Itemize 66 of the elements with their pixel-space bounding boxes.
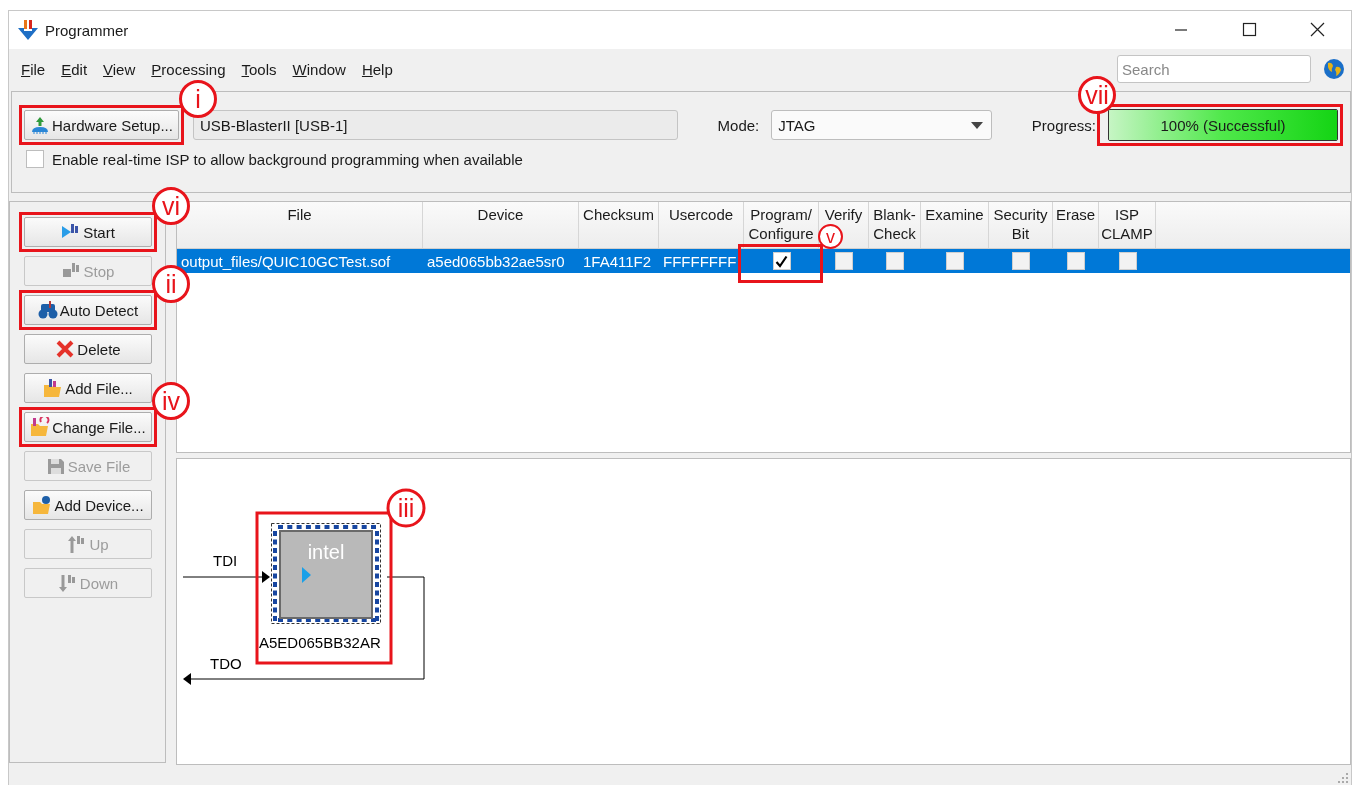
column-header[interactable]: Program/ Configure — [748, 205, 814, 243]
folder-icon — [32, 495, 53, 515]
column-header[interactable]: Examine — [925, 205, 984, 224]
column-header[interactable]: Erase — [1055, 205, 1096, 224]
column-header[interactable]: Security Bit — [993, 205, 1048, 243]
column-header[interactable]: Usercode — [668, 205, 734, 224]
checkbox[interactable] — [26, 150, 44, 168]
menu-item[interactable]: File — [15, 57, 52, 81]
hardware-setup-button[interactable]: Hardware Setup... — [24, 110, 179, 140]
binoculars-icon — [37, 300, 58, 320]
start-button[interactable]: Start — [24, 217, 152, 247]
app-logo-icon — [17, 19, 39, 41]
column-header[interactable]: Blank- Check — [873, 205, 916, 243]
table-cell-text: FFFFFFFF — [662, 252, 738, 270]
auto-detect-button[interactable]: Auto Detect — [24, 295, 152, 325]
add-file-button[interactable]: Add File... — [24, 373, 152, 403]
signal-label: TDI — [213, 552, 238, 569]
hardware-field[interactable]: USB-BlasterII [USB-1] — [192, 110, 678, 140]
mode-label: Mode: — [717, 116, 760, 134]
search-field[interactable]: Search — [1117, 55, 1311, 83]
column-header[interactable]: File — [287, 205, 312, 224]
globe-icon[interactable] — [1323, 58, 1345, 80]
window-title: Programmer — [45, 21, 129, 39]
caret-icon — [970, 121, 983, 129]
column-header[interactable]: Checksum — [583, 205, 654, 224]
table-cell-text: a5ed065bb32ae5sr0 — [426, 252, 566, 270]
checkbox[interactable] — [1067, 252, 1085, 270]
delete-button[interactable]: Delete — [24, 334, 152, 364]
menu-item[interactable]: Help — [355, 57, 399, 81]
checkbox[interactable] — [1012, 252, 1030, 270]
callout-badge: i — [178, 80, 217, 118]
checkbox[interactable] — [772, 252, 791, 270]
change-file-button[interactable]: Change File... — [24, 412, 152, 442]
cross-icon — [55, 339, 76, 359]
callout-badge: iii — [386, 488, 426, 528]
callout-badge: vii — [1078, 76, 1116, 114]
hardware-icon — [30, 115, 50, 135]
floppy-icon — [45, 456, 66, 476]
callout-badge: iv — [152, 382, 190, 420]
checkbox-label: Enable real-time ISP to allow background programming when available — [52, 150, 523, 168]
table-cell-text: 1FA411F2 — [582, 252, 653, 270]
column-header[interactable]: Verify — [824, 205, 863, 224]
folder-icon — [30, 417, 51, 437]
menu-item[interactable]: Processing — [145, 57, 232, 81]
down-arrow-icon — [57, 573, 78, 593]
mode-dropdown[interactable]: JTAG — [771, 110, 992, 140]
callout-badge: vi — [152, 187, 190, 225]
chip-logo-text: intel — [307, 541, 345, 563]
signal-label: TDO — [210, 655, 242, 672]
column-header[interactable]: Device — [477, 205, 524, 224]
folder-icon — [43, 378, 64, 398]
table-row[interactable]: output_files/QUIC10GCTest.sof a5ed065bb32ae5sr0 1FA411F2 FFFFFFFF — [177, 249, 1350, 273]
checkbox[interactable] — [886, 252, 904, 270]
resize-grip-icon[interactable] — [1338, 773, 1348, 783]
menu-item[interactable]: Tools — [235, 57, 283, 81]
menu-item[interactable]: Edit — [55, 57, 94, 81]
checkbox[interactable] — [835, 252, 853, 270]
column-header[interactable]: ISP CLAMP — [1101, 205, 1153, 243]
checkbox[interactable] — [946, 252, 964, 270]
checkbox[interactable] — [1118, 252, 1137, 270]
menu-item[interactable]: View — [97, 57, 142, 81]
progress-text: 100% (Successful) — [1160, 116, 1286, 134]
menu-item[interactable]: Window — [286, 57, 352, 81]
add-device-button[interactable]: Add Device... — [24, 490, 152, 520]
progress-label: Progress: — [1031, 116, 1096, 134]
device-label: A5ED065BB32AR — [259, 634, 381, 651]
